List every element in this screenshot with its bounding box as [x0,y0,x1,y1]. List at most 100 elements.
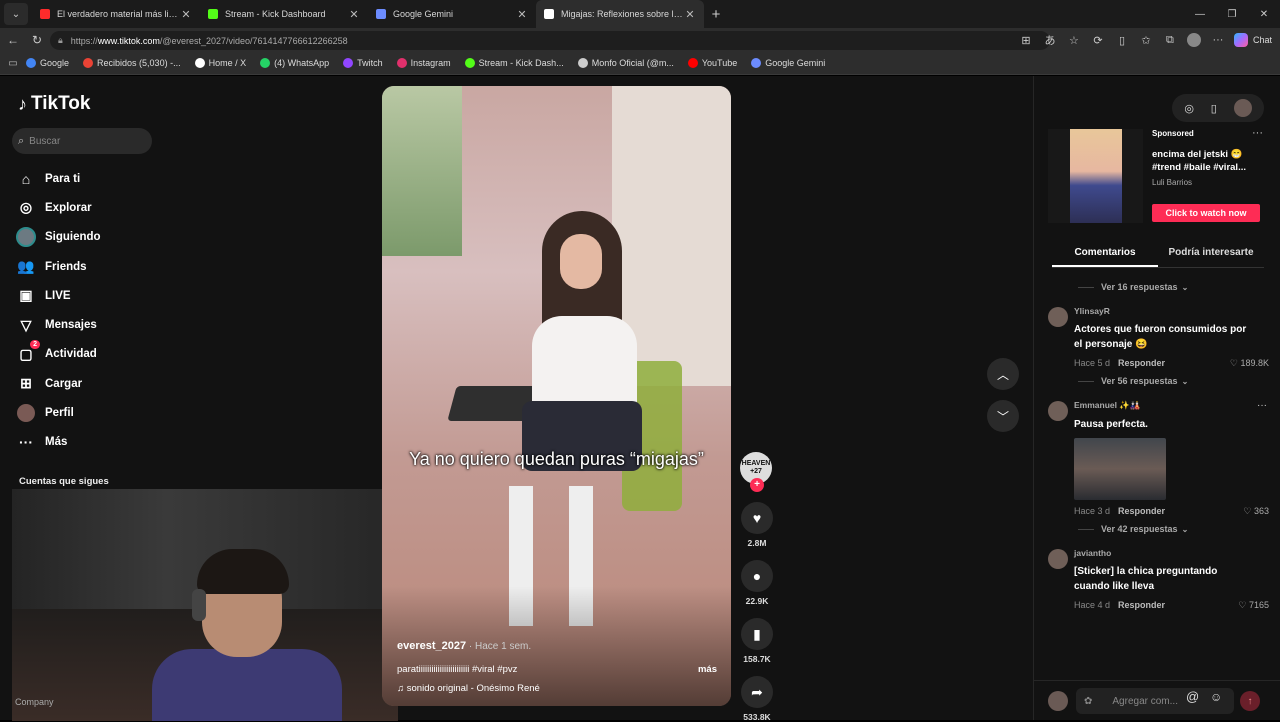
refresh-icon[interactable]: ↻ [26,29,48,51]
bookmark-icon[interactable]: ▮ [741,618,773,650]
sidebar-item-3[interactable]: 👥 Friends [16,252,196,281]
split-screen-icon[interactable]: ▯ [1110,34,1134,47]
commenter-avatar[interactable] [1048,549,1068,569]
view-replies-button[interactable]: Ver 16 respuestas ⌄ [1046,276,1271,298]
commenter-name[interactable]: javiantho [1074,548,1271,558]
close-window-button[interactable]: ✕ [1248,0,1280,28]
tiktok-logo[interactable]: ♪ TikTok [18,93,90,115]
bookmark-8[interactable]: YouTube [687,58,737,68]
sidebar-item-label: Mensajes [45,319,97,332]
reply-button[interactable]: Responder [1118,600,1165,610]
emoji-icon[interactable]: ☺ [1210,690,1222,704]
comment-like-count[interactable]: ♡ 7165 [1238,600,1271,611]
commenter-name[interactable]: Emmanuel ✨🎎 [1074,400,1271,411]
extensions-icon[interactable]: ⟳ [1086,34,1110,47]
video-sound-link[interactable]: ♫ sonido original - Onésimo René [397,683,540,694]
browser-tab-3[interactable]: Migajas: Reflexiones sobre lo que ✕ [536,0,704,28]
coins-icon[interactable]: ◎ [1184,102,1194,115]
commenter-name[interactable]: YlinsayR [1074,306,1271,316]
sidebar-item-7[interactable]: ⊞ Cargar [16,369,196,398]
sidebar-item-6[interactable]: ▢ 2 Actividad [16,340,196,369]
mention-icon[interactable]: @ [1186,689,1199,704]
send-icon[interactable]: ↑ [1240,691,1260,711]
translate-icon[interactable]: あ [1038,32,1062,48]
reply-button[interactable]: Responder [1118,358,1165,368]
video-more-link[interactable]: más [698,664,717,675]
reply-button[interactable]: Responder [1118,506,1165,516]
tab-close-icon[interactable]: ✕ [348,8,360,21]
browser-tab-1[interactable]: Stream - Kick Dashboard ✕ [200,0,368,28]
previous-video-button[interactable]: ︿ [987,358,1019,390]
reading-list-icon[interactable]: ▭ [0,58,26,69]
bookmark-7[interactable]: Monfo Oficial (@m... [577,58,674,68]
search-input[interactable]: ⌕ Buscar [12,128,152,154]
profile-avatar[interactable] [1186,33,1201,47]
comment-like-count[interactable]: ♡ 363 [1243,506,1271,517]
device-icon[interactable]: ▯ [1211,102,1217,115]
follow-plus-icon[interactable]: + [750,478,764,492]
creator-avatar[interactable]: HEAVEN +27 + [740,452,772,492]
restore-button[interactable]: ❐ [1216,0,1248,28]
ad-more-icon[interactable]: ··· [1252,127,1263,139]
tab-actions-button[interactable]: ⌄ [4,3,28,25]
sidebar-item-9[interactable]: ··· Más [16,428,196,457]
sidebar-item-5[interactable]: ▽ Mensajes [16,310,196,339]
collections-icon[interactable]: ⧉ [1158,34,1182,47]
browser-tab-0[interactable]: El verdadero material más ligero d✕ [32,0,200,28]
comment-like-count[interactable]: ♡ 189.8K [1230,358,1271,369]
video-description: paratiiiiiiiiiiiiiiiiiiiiiiii #viral #pv… [397,664,518,675]
sidebar-item-label: Actividad [45,348,97,361]
bookmark-2[interactable]: Home / X [194,58,246,68]
more-menu-icon[interactable]: ··· [1206,34,1230,46]
app-icon[interactable]: ⊞ [1014,34,1038,47]
tab-close-icon[interactable]: ✕ [684,8,696,21]
home-icon: ⌂ [21,170,31,187]
bookmark-5[interactable]: Instagram [396,58,451,68]
comment-image[interactable] [1074,438,1166,500]
sidebar-item-label: Cargar [45,377,83,390]
url-field[interactable]: 🔒︎ https://www.tiktok.com/@everest_2027/… [50,31,1050,50]
bookmark-6[interactable]: Stream - Kick Dash... [464,58,564,68]
video-player[interactable]: Ya no quiero quedan puras “migajas” ever… [382,86,731,706]
comment-more-icon[interactable]: ··· [1257,400,1267,411]
bookmark-1[interactable]: Recibidos (5,030) -... [83,58,181,68]
tab-close-icon[interactable]: ✕ [180,8,192,21]
bookmark-9[interactable]: Google Gemini [751,58,825,68]
sidebar-item-2[interactable]: Siguiendo [16,223,196,252]
back-icon[interactable]: ← [2,29,24,51]
tab-close-icon[interactable]: ✕ [516,8,528,21]
sidebar-item-8[interactable]: Perfil [16,398,196,427]
video-username[interactable]: everest_2027 · Hace 1 sem. [397,640,531,652]
minimize-button[interactable]: — [1184,0,1216,28]
new-tab-button[interactable]: + [704,6,728,23]
copilot-chat-button[interactable]: Chat [1230,33,1280,47]
sidebar-item-1[interactable]: ◎ Explorar [16,193,196,222]
sidebar-item-4[interactable]: ▣ LIVE [16,281,196,310]
right-tabs: Comentarios Podría interesarte [1052,244,1264,268]
sponsored-ad[interactable]: Sponsored ··· encima del jetski 😁 #trend… [1048,126,1263,224]
view-replies-button[interactable]: Ver 42 respuestas ⌄ [1046,518,1271,540]
next-video-button[interactable]: ﹀ [987,400,1019,432]
bookmark-4[interactable]: Twitch [343,58,383,68]
tab-podria-interesarte[interactable]: Podría interesarte [1158,244,1264,267]
ad-thumbnail[interactable] [1048,129,1143,223]
commenter-avatar[interactable] [1048,401,1068,421]
favorites-icon[interactable]: ✩ [1134,34,1158,47]
tab-title: Migajas: Reflexiones sobre lo que [561,9,684,19]
comment-icon[interactable]: ● [741,560,773,592]
view-replies-button[interactable]: Ver 56 respuestas ⌄ [1046,370,1271,392]
sidebar-item-0[interactable]: ⌂ Para ti [16,164,196,193]
ad-cta-button[interactable]: Click to watch now [1152,204,1260,222]
share-icon[interactable]: ➦ [741,676,773,708]
bookmark-3[interactable]: (4) WhatsApp [260,58,329,68]
favorite-star-icon[interactable]: ☆ [1062,34,1086,47]
sticker-icon[interactable]: ✿ [1084,696,1092,707]
user-avatar[interactable] [1233,99,1252,117]
tab-comentarios[interactable]: Comentarios [1052,244,1158,267]
bookmark-0[interactable]: Google [26,58,69,68]
browser-tab-2[interactable]: Google Gemini ✕ [368,0,536,28]
commenter-avatar[interactable] [1048,307,1068,327]
tiktok-page: ♪ TikTok ⌕ Buscar ⌂ Para ti ◎ Explorar Sigui… [0,76,1280,722]
sidebar-item-label: Más [45,436,68,449]
like-heart-icon[interactable]: ♥ [741,502,773,534]
